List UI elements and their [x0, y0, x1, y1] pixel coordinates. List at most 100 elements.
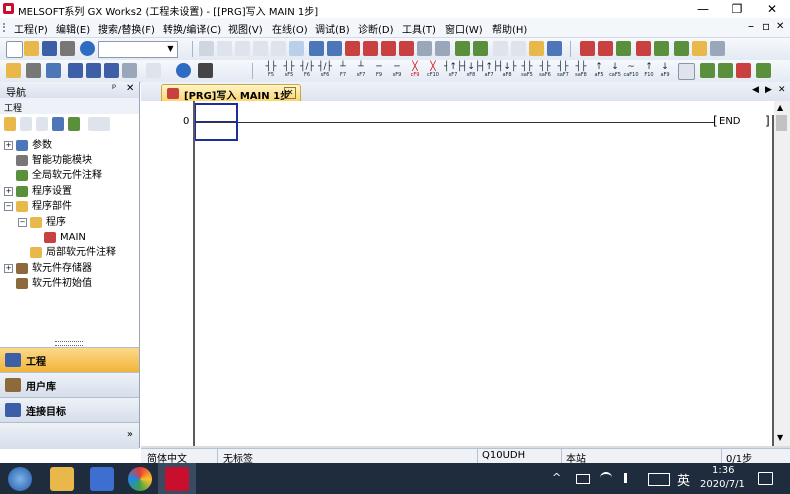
clock-time[interactable]: 1:36 — [712, 465, 734, 476]
nav-more-button[interactable]: » — [127, 429, 133, 440]
ladder-tool-icon-2[interactable] — [718, 63, 733, 78]
restore-button[interactable]: ❐ — [720, 0, 754, 18]
tree-item-parameters[interactable]: + 参数 — [4, 138, 139, 153]
property-icon[interactable] — [52, 117, 64, 131]
program-icon[interactable] — [26, 63, 41, 78]
tree-options-icon[interactable] — [88, 117, 110, 131]
nav-button-project[interactable]: 工程 — [0, 347, 139, 372]
wifi-icon[interactable] — [600, 472, 612, 486]
ladder-tool-icon-4[interactable] — [756, 63, 771, 78]
pin-icon[interactable]: ᵖ — [112, 83, 116, 94]
tray-chevron-icon[interactable]: ^ — [552, 471, 561, 484]
expand-icon[interactable]: + — [4, 264, 13, 273]
help-topic-icon[interactable] — [176, 63, 191, 78]
tab-strip-close-icon[interactable]: ✕ — [778, 85, 786, 95]
refresh-icon[interactable] — [68, 117, 80, 131]
fkey-par-neg-rising[interactable]: ┤├ saF7 — [554, 62, 572, 80]
clock-date[interactable]: 2020/7/1 — [700, 479, 745, 490]
sampling-trace-icon[interactable] — [692, 41, 707, 56]
store-icon[interactable] — [90, 467, 114, 491]
zoom-icon[interactable] — [146, 63, 161, 78]
tree-item-global-comment[interactable]: 全局软元件注释 — [4, 168, 139, 183]
collapse-icon[interactable]: − — [18, 218, 27, 227]
battery-icon[interactable] — [576, 474, 590, 484]
close-button[interactable]: ✕ — [755, 0, 789, 18]
tree-item-local-comment[interactable]: 局部软元件注释 — [18, 245, 139, 260]
cut-icon[interactable] — [199, 41, 214, 56]
volume-icon[interactable] — [624, 473, 637, 483]
copy-icon[interactable] — [217, 41, 232, 56]
menu-help[interactable]: 帮助(H) — [492, 21, 527, 36]
tool-icon-4[interactable] — [547, 41, 562, 56]
collapse-icon[interactable]: − — [4, 202, 13, 211]
fkey-parallel-rising[interactable]: ┤↑├ aF7 — [480, 62, 498, 80]
tool-icon-2[interactable] — [511, 41, 526, 56]
binoculars-icon[interactable] — [198, 63, 213, 78]
copy-data-icon[interactable] — [20, 117, 32, 131]
device-batch-icon[interactable] — [455, 41, 470, 56]
keyboard-icon[interactable] — [648, 473, 670, 486]
gx-works-taskbar-icon[interactable] — [165, 467, 189, 491]
skip-icon[interactable] — [636, 41, 651, 56]
ladder-mode-icon[interactable] — [678, 63, 695, 80]
redo-icon[interactable] — [271, 41, 286, 56]
step-run-icon[interactable] — [580, 41, 595, 56]
step-exec-icon[interactable] — [616, 41, 631, 56]
verify-plc-icon[interactable] — [381, 41, 396, 56]
partial-run-icon[interactable] — [598, 41, 613, 56]
fkey-open-contact[interactable]: ┤├ F5 — [262, 62, 280, 80]
fkey-parallel-open[interactable]: ┤├ sF5 — [280, 62, 298, 80]
tab-close-icon[interactable]: ✕ — [284, 87, 296, 99]
edit-cursor[interactable] — [194, 103, 238, 141]
undo-icon[interactable] — [253, 41, 268, 56]
fkey-parallel-closed[interactable]: ┤/├ sF6 — [316, 62, 334, 80]
paste-icon[interactable] — [235, 41, 250, 56]
convert-icon[interactable] — [289, 41, 304, 56]
fkey-neg-falling[interactable]: ┤├ saF6 — [536, 62, 554, 80]
fkey-invert[interactable]: ~ caF10 — [622, 62, 640, 80]
tree-item-main[interactable]: MAIN — [42, 230, 139, 245]
fkey-op-result-fall[interactable]: ↓ aF9 — [656, 62, 674, 80]
nav-button-connection[interactable]: 连接目标 — [0, 397, 139, 422]
ladder-tool-icon-3[interactable] — [736, 63, 751, 78]
tool-icon-3[interactable] — [529, 41, 544, 56]
expand-icon[interactable]: + — [4, 141, 13, 150]
new-file-icon[interactable] — [6, 41, 23, 58]
monitor-stop-icon[interactable] — [435, 41, 450, 56]
menu-tools[interactable]: 工具(T) — [402, 21, 436, 36]
ladder-tool-icon-1[interactable] — [700, 63, 715, 78]
menu-project[interactable]: 工程(P) — [14, 21, 48, 36]
minimize-button[interactable]: — — [686, 0, 720, 18]
monitor-icon[interactable] — [417, 41, 432, 56]
navigation-close-button[interactable]: ✕ — [126, 83, 134, 94]
compile-icon[interactable] — [309, 41, 324, 56]
nav-button-user-library[interactable]: 用户库 — [0, 372, 139, 397]
remote-op-icon[interactable] — [399, 41, 414, 56]
new-data-icon[interactable] — [4, 117, 16, 131]
tree-item-program[interactable]: − 程序 — [18, 215, 139, 230]
tool-icon-1[interactable] — [493, 41, 508, 56]
scroll-down-icon[interactable]: ▼ — [777, 433, 783, 442]
menu-edit[interactable]: 编辑(E) — [56, 21, 90, 36]
sampling-icon[interactable] — [674, 41, 689, 56]
watch-icon[interactable] — [473, 41, 488, 56]
ime-indicator[interactable]: 英 — [677, 470, 690, 489]
device-comment-icon[interactable] — [86, 63, 101, 78]
help-icon[interactable] — [80, 41, 95, 56]
file-explorer-icon[interactable] — [50, 467, 74, 491]
fkey-par-neg-falling[interactable]: ┤├ saF8 — [572, 62, 590, 80]
list-icon[interactable] — [122, 63, 137, 78]
compile-all-icon[interactable] — [327, 41, 342, 56]
device-icon[interactable] — [68, 63, 83, 78]
vertical-scrollbar[interactable]: ▲ ▼ — [774, 101, 790, 446]
scroll-thumb[interactable] — [776, 115, 787, 131]
fkey-function[interactable]: ┴ sF7 — [352, 62, 370, 80]
panel-splitter[interactable] — [55, 341, 83, 346]
save-icon[interactable] — [42, 41, 57, 56]
fkey-delete-hline[interactable]: ╳ cF9 — [406, 62, 424, 80]
menu-debug[interactable]: 调试(B) — [315, 21, 350, 36]
start-button-icon[interactable] — [8, 467, 32, 491]
toolbar-options-icon[interactable] — [710, 41, 725, 56]
fkey-falling-edge[interactable]: ┤↓├ sF8 — [462, 62, 480, 80]
toolbar-combo[interactable]: ▼ — [98, 41, 178, 58]
